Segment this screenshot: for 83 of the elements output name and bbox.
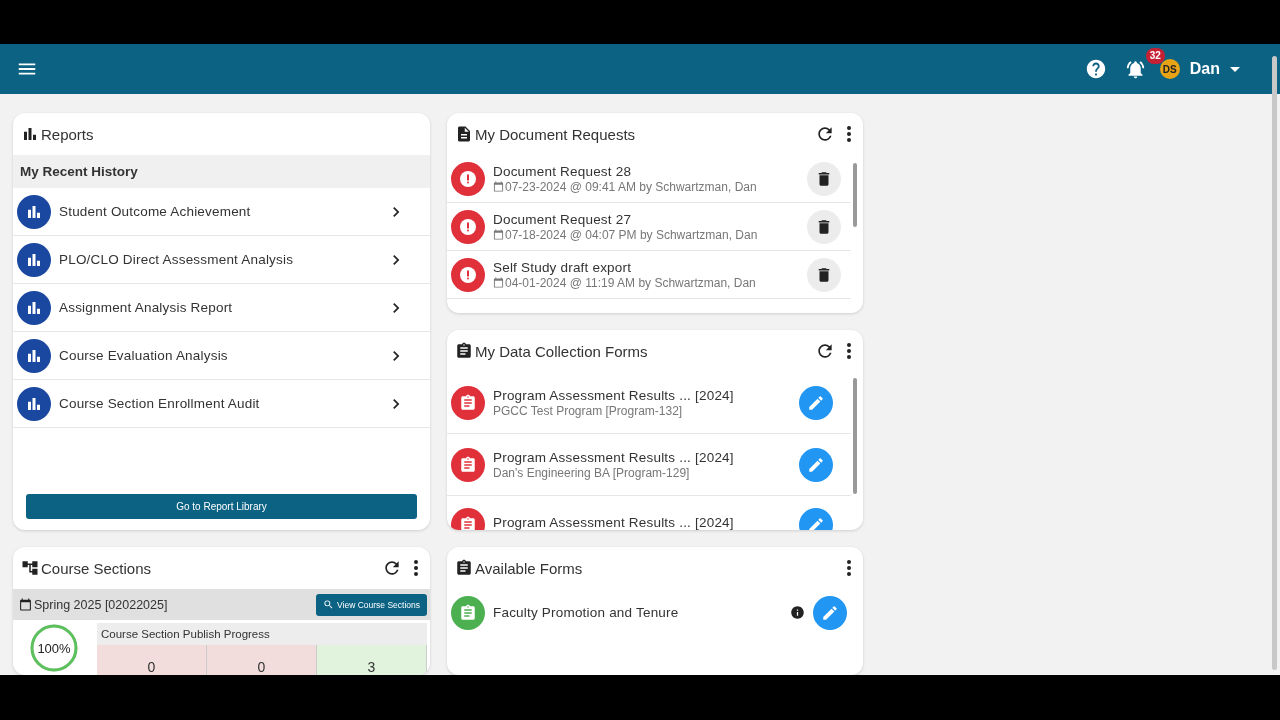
- calendar-icon: [493, 277, 504, 288]
- form-title: Faculty Promotion and Tenure: [493, 605, 680, 620]
- notifications-button[interactable]: [1124, 58, 1146, 80]
- more-icon: [847, 560, 851, 576]
- section-heading: My Recent History: [13, 155, 430, 188]
- bar-chart-icon: [21, 125, 39, 143]
- form-subtitle: PGCC Test Program [Program-132]: [493, 403, 684, 418]
- pencil-icon: [807, 455, 825, 474]
- card-title: Course Sections: [41, 559, 153, 577]
- form-title: Program Assessment Results ... [2024]: [493, 449, 735, 465]
- document-icon: [455, 125, 473, 143]
- report-item[interactable]: Course Section Enrollment Audit: [13, 380, 430, 428]
- progress-segment: 0: [207, 645, 317, 675]
- progress-ring: [29, 623, 79, 673]
- user-menu[interactable]: DS Dan: [1159, 59, 1240, 79]
- request-title: Self Study draft export: [493, 259, 633, 275]
- clipboard-icon: [451, 447, 485, 482]
- user-avatar: DS: [1159, 59, 1180, 79]
- progress-segment: 0: [97, 645, 207, 675]
- pencil-icon: [807, 393, 825, 412]
- view-course-sections-button[interactable]: View Course Sections: [316, 593, 427, 616]
- scrollbar-thumb[interactable]: [853, 378, 857, 494]
- calendar-icon: [493, 229, 504, 240]
- edit-button[interactable]: [799, 385, 833, 420]
- bar-chart-icon: [17, 290, 51, 325]
- scrollbar-thumb[interactable]: [853, 163, 857, 227]
- clipboard-icon: [455, 559, 473, 577]
- calendar-icon: [19, 598, 32, 611]
- more-button[interactable]: [414, 560, 418, 576]
- bar-chart-icon: [17, 386, 51, 421]
- info-icon: [790, 605, 805, 620]
- edit-button[interactable]: [813, 595, 847, 630]
- request-title: Document Request 28: [493, 163, 633, 179]
- form-title: Program Assessment Results ... [2024]: [493, 515, 735, 530]
- form-title: Program Assessment Results ... [2024]: [493, 387, 735, 403]
- report-item[interactable]: PLO/CLO Direct Assessment Analysis: [13, 236, 430, 284]
- error-icon: [451, 209, 485, 244]
- more-icon: [414, 560, 418, 576]
- term-label: Spring 2025 [02022025]: [34, 597, 169, 612]
- clipboard-icon: [451, 595, 485, 630]
- edit-button[interactable]: [799, 447, 833, 482]
- clipboard-icon: [451, 385, 485, 420]
- bar-chart-icon: [17, 242, 51, 277]
- progress-segment: 3: [317, 645, 427, 675]
- bar-chart-icon: [17, 194, 51, 229]
- more-button[interactable]: [847, 343, 851, 359]
- clipboard-icon: [455, 342, 473, 360]
- error-icon: [451, 161, 485, 196]
- card-title: Reports: [41, 125, 95, 143]
- calendar-icon: [493, 181, 504, 192]
- error-icon: [451, 257, 485, 292]
- request-meta: 07-23-2024 @ 09:41 AM by Schwartzman, Dan: [505, 179, 757, 194]
- hierarchy-icon: [21, 559, 39, 577]
- report-item[interactable]: Assignment Analysis Report: [13, 284, 430, 332]
- delete-button[interactable]: [807, 161, 841, 196]
- dropdown-caret-icon: [1230, 66, 1240, 72]
- more-button[interactable]: [847, 560, 851, 576]
- request-meta: 04-01-2024 @ 11:19 AM by Schwartzman, Dan: [505, 275, 756, 290]
- delete-button[interactable]: [807, 209, 841, 244]
- form-subtitle: Dan's Engineering BA [Program-129]: [493, 465, 691, 480]
- card-title: My Document Requests: [475, 125, 637, 143]
- search-icon: [323, 599, 334, 610]
- refresh-button[interactable]: [815, 124, 835, 144]
- pencil-icon: [821, 603, 839, 622]
- percent-label: 100%: [37, 640, 71, 656]
- more-icon: [847, 126, 851, 142]
- notification-count: 32: [1145, 47, 1165, 64]
- report-item[interactable]: Student Outcome Achievement: [13, 188, 430, 236]
- card-title: My Data Collection Forms: [475, 342, 649, 360]
- pencil-icon: [807, 516, 825, 530]
- help-button[interactable]: [1084, 58, 1107, 80]
- delete-button[interactable]: [807, 257, 841, 292]
- refresh-button[interactable]: [815, 341, 835, 361]
- more-icon: [847, 343, 851, 359]
- report-item[interactable]: Course Evaluation Analysis: [13, 332, 430, 380]
- progress-title: Course Section Publish Progress: [100, 627, 271, 642]
- bar-chart-icon: [17, 338, 51, 373]
- refresh-button[interactable]: [382, 558, 402, 578]
- more-button[interactable]: [847, 126, 851, 142]
- report-library-button[interactable]: Go to Report Library: [26, 494, 417, 519]
- card-title: Available Forms: [475, 559, 584, 577]
- request-title: Document Request 27: [493, 211, 633, 227]
- request-meta: 07-18-2024 @ 04:07 PM by Schwartzman, Dan: [505, 227, 758, 242]
